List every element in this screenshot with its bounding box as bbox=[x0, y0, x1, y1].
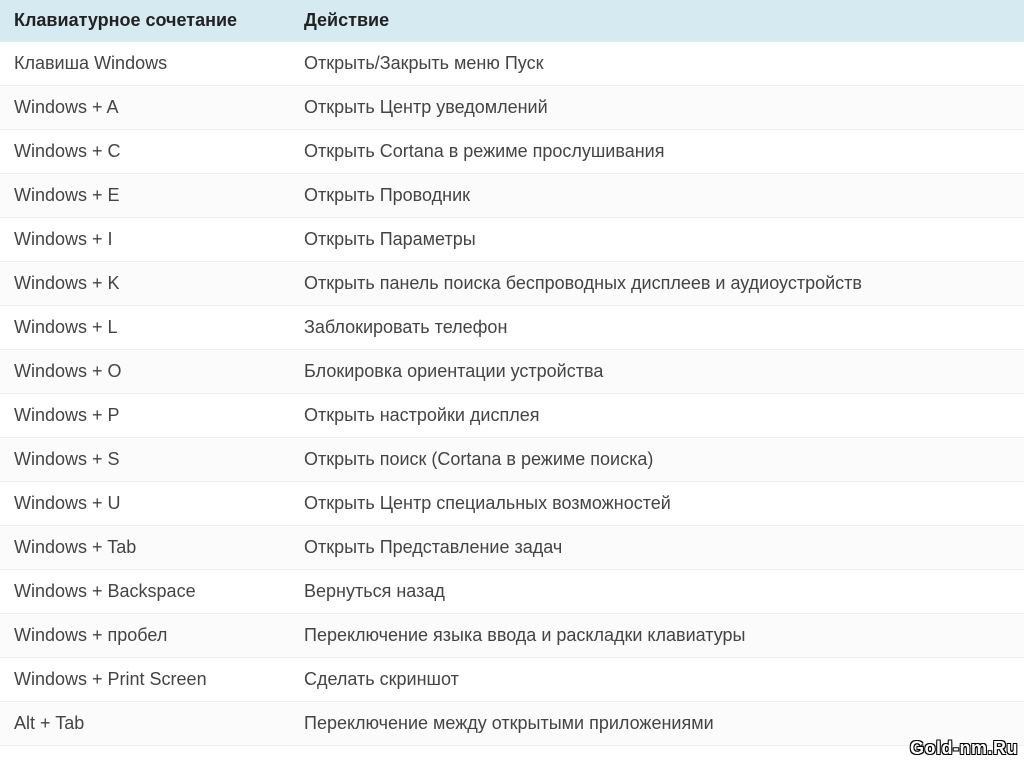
cell-shortcut: Windows + Tab bbox=[0, 526, 290, 570]
table-header-row: Клавиатурное сочетание Действие bbox=[0, 0, 1024, 42]
table-row: Windows + SОткрыть поиск (Cortana в режи… bbox=[0, 438, 1024, 482]
cell-action: Открыть Центр уведомлений bbox=[290, 86, 1024, 130]
cell-shortcut: Windows + S bbox=[0, 438, 290, 482]
cell-shortcut: Клавиша Windows bbox=[0, 42, 290, 86]
table-row: Windows + KОткрыть панель поиска беспров… bbox=[0, 262, 1024, 306]
table-row: Windows + UОткрыть Центр специальных воз… bbox=[0, 482, 1024, 526]
table-row: Alt + TabПереключение между открытыми пр… bbox=[0, 702, 1024, 746]
cell-action: Открыть настройки дисплея bbox=[290, 394, 1024, 438]
table-row: Windows + PОткрыть настройки дисплея bbox=[0, 394, 1024, 438]
cell-shortcut: Windows + C bbox=[0, 130, 290, 174]
table-row: Windows + TabОткрыть Представление задач bbox=[0, 526, 1024, 570]
table-row: Windows + Print ScreenСделать скриншот bbox=[0, 658, 1024, 702]
cell-shortcut: Windows + O bbox=[0, 350, 290, 394]
cell-shortcut: Windows + P bbox=[0, 394, 290, 438]
cell-action: Открыть Проводник bbox=[290, 174, 1024, 218]
cell-action: Блокировка ориентации устройства bbox=[290, 350, 1024, 394]
header-shortcut: Клавиатурное сочетание bbox=[0, 0, 290, 42]
table-row: Windows + AОткрыть Центр уведомлений bbox=[0, 86, 1024, 130]
table-row: Windows + пробелПереключение языка ввода… bbox=[0, 614, 1024, 658]
cell-action: Открыть Cortana в режиме прослушивания bbox=[290, 130, 1024, 174]
table-row: Windows + OБлокировка ориентации устройс… bbox=[0, 350, 1024, 394]
cell-action: Открыть/Закрыть меню Пуск bbox=[290, 42, 1024, 86]
cell-action: Открыть Центр специальных возможностей bbox=[290, 482, 1024, 526]
cell-shortcut: Windows + I bbox=[0, 218, 290, 262]
shortcuts-table: Клавиатурное сочетание Действие Клавиша … bbox=[0, 0, 1024, 746]
cell-shortcut: Windows + пробел bbox=[0, 614, 290, 658]
cell-shortcut: Windows + Backspace bbox=[0, 570, 290, 614]
table-row: Windows + CОткрыть Cortana в режиме прос… bbox=[0, 130, 1024, 174]
cell-shortcut: Windows + K bbox=[0, 262, 290, 306]
table-row: Windows + BackspaceВернуться назад bbox=[0, 570, 1024, 614]
cell-action: Открыть поиск (Cortana в режиме поиска) bbox=[290, 438, 1024, 482]
table-row: Windows + LЗаблокировать телефон bbox=[0, 306, 1024, 350]
cell-action: Заблокировать телефон bbox=[290, 306, 1024, 350]
cell-shortcut: Windows + Print Screen bbox=[0, 658, 290, 702]
cell-action: Вернуться назад bbox=[290, 570, 1024, 614]
cell-shortcut: Windows + E bbox=[0, 174, 290, 218]
cell-action: Сделать скриншот bbox=[290, 658, 1024, 702]
table-row: Клавиша WindowsОткрыть/Закрыть меню Пуск bbox=[0, 42, 1024, 86]
cell-shortcut: Alt + Tab bbox=[0, 702, 290, 746]
cell-action: Переключение языка ввода и раскладки кла… bbox=[290, 614, 1024, 658]
cell-action: Открыть Представление задач bbox=[290, 526, 1024, 570]
cell-shortcut: Windows + A bbox=[0, 86, 290, 130]
cell-action: Открыть панель поиска беспроводных диспл… bbox=[290, 262, 1024, 306]
cell-shortcut: Windows + U bbox=[0, 482, 290, 526]
cell-action: Открыть Параметры bbox=[290, 218, 1024, 262]
header-action: Действие bbox=[290, 0, 1024, 42]
cell-shortcut: Windows + L bbox=[0, 306, 290, 350]
cell-action: Переключение между открытыми приложениям… bbox=[290, 702, 1024, 746]
table-row: Windows + EОткрыть Проводник bbox=[0, 174, 1024, 218]
table-row: Windows + IОткрыть Параметры bbox=[0, 218, 1024, 262]
